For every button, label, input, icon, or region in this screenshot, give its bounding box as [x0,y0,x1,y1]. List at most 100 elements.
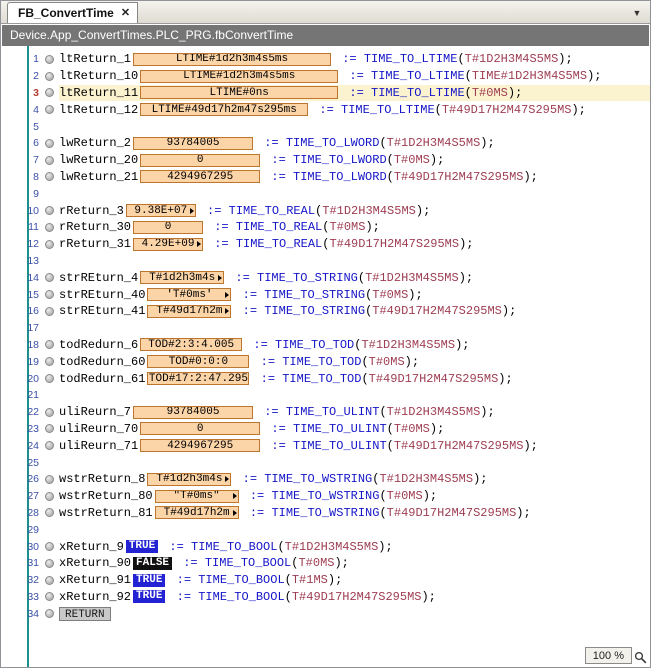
code-line[interactable]: 27wstrReturn_80"T#0ms" := TIME_TO_WSTRIN… [1,488,650,505]
monitored-value-box[interactable]: T#1d2h3m4s [140,271,224,284]
monitored-value-box[interactable]: 93784005 [133,406,253,419]
code-line[interactable]: 33xReturn_92TRUE := TIME_TO_BOOL(T#49D17… [1,589,650,606]
code-line[interactable]: 32xReturn_91TRUE := TIME_TO_BOOL(T#1MS); [1,572,650,589]
monitored-value-text: 4294967295 [167,440,233,452]
code-line[interactable]: 12rReturn_314.29E+09 := TIME_TO_REAL(T#4… [1,236,650,253]
code-line[interactable]: 25 [1,454,650,471]
code-text: xReturn_90FALSE := TIME_TO_BOOL(T#0MS); [59,555,650,572]
monitored-value-box[interactable]: 'T#0ms' [147,288,231,301]
monitored-value-box[interactable]: LTIME#1d2h3m4s5ms [133,53,331,66]
code-line[interactable]: 14strREturn_4T#1d2h3m4s := TIME_TO_STRIN… [1,269,650,286]
code-line[interactable]: 6lwReturn_293784005 := TIME_TO_LWORD(T#1… [1,135,650,152]
monitored-value-box[interactable]: 4294967295 [140,439,260,452]
code-line[interactable]: 29 [1,521,650,538]
code-line[interactable]: 21 [1,387,650,404]
monitored-value-box[interactable]: 0 [133,221,203,234]
code-line[interactable]: 1ltReturn_1LTIME#1d2h3m4s5ms := TIME_TO_… [1,51,650,68]
monitored-value-box[interactable]: 4.29E+09 [133,238,203,251]
code-line[interactable]: 11rReturn_300 := TIME_TO_REAL(T#0MS); [1,219,650,236]
monitored-value-box[interactable]: "T#0ms" [155,490,239,503]
code-line[interactable]: 10rReturn_39.38E+07 := TIME_TO_REAL(T#1D… [1,202,650,219]
code-line[interactable]: 7lwReturn_200 := TIME_TO_LWORD(T#0MS); [1,152,650,169]
expand-triangle-icon[interactable] [218,275,222,281]
monitored-value-box[interactable]: LTIME#0ns [140,86,338,99]
bool-value-badge[interactable]: FALSE [133,557,172,570]
line-number: 19 [21,356,39,368]
expand-triangle-icon[interactable] [225,292,229,298]
gutter-cell: 31 [1,557,59,569]
zoom-control[interactable]: 100 % [585,647,632,664]
code-line[interactable]: 28wstrReturn_81T#49d17h2m := TIME_TO_WST… [1,505,650,522]
monitored-value-box[interactable]: 9.38E+07 [126,204,196,217]
code-line[interactable]: 23uliReurn_700 := TIME_TO_ULINT(T#0MS); [1,421,650,438]
bool-value-badge[interactable]: TRUE [133,574,165,587]
magnifier-icon[interactable] [633,649,648,665]
bool-value-badge[interactable]: TRUE [133,590,165,603]
code-line[interactable]: 30xReturn_9TRUE := TIME_TO_BOOL(T#1D2H3M… [1,538,650,555]
code-line[interactable]: 19todRedurn_60TOD#0:0:0 := TIME_TO_TOD(T… [1,353,650,370]
code-line[interactable]: 13 [1,253,650,270]
tab-list-dropdown[interactable]: ▼ [629,5,645,20]
monitored-value-text: LTIME#0ns [210,87,269,99]
close-paren-semicolon: ); [480,136,494,150]
code-line[interactable]: 17 [1,320,650,337]
code-line[interactable]: 34RETURN [1,605,650,622]
expand-triangle-icon[interactable] [197,241,201,247]
monitored-value-box[interactable]: LTIME#1d2h3m4s5ms [140,70,338,83]
line-number: 22 [21,406,39,418]
close-paren-semicolon: ); [455,338,469,352]
assign-operator: := [312,103,341,117]
code-line[interactable]: 9 [1,185,650,202]
monitored-value-text: 0 [197,423,204,435]
assign-operator: := [162,540,191,554]
gutter-cell: 11 [1,221,59,233]
code-line[interactable]: 8lwReturn_214294967295 := TIME_TO_LWORD(… [1,169,650,186]
monitored-value-box[interactable]: TOD#17:2:47.295 [147,372,249,385]
expand-triangle-icon[interactable] [233,510,237,516]
code-text: todRedurn_6TOD#2:3:4.005 := TIME_TO_TOD(… [59,337,650,354]
monitored-value-box[interactable]: T#49d17h2m [155,506,239,519]
code-text: RETURN [59,605,650,622]
monitored-value-box[interactable]: T#49d17h2m [147,305,231,318]
monitored-value-box[interactable]: TOD#2:3:4.005 [140,338,242,351]
tab-fb-converttime[interactable]: FB_ConvertTime ✕ [7,2,138,23]
code-line[interactable]: 15strREturn_40'T#0ms' := TIME_TO_STRING(… [1,286,650,303]
expand-triangle-icon[interactable] [225,308,229,314]
code-line[interactable]: 5 [1,118,650,135]
expand-triangle-icon[interactable] [190,208,194,214]
monitored-value-box[interactable]: 93784005 [133,137,253,150]
code-line[interactable]: 24uliReurn_714294967295 := TIME_TO_ULINT… [1,437,650,454]
expand-triangle-icon[interactable] [233,493,237,499]
variable-name: uliReurn_7 [59,405,131,419]
code-line[interactable]: 31xReturn_90FALSE := TIME_TO_BOOL(T#0MS)… [1,555,650,572]
code-line[interactable]: 18todRedurn_6TOD#2:3:4.005 := TIME_TO_TO… [1,337,650,354]
monitored-value-box[interactable]: LTIME#49d17h2m47s295ms [140,103,308,116]
open-paren: ( [291,556,298,570]
monitored-value-box[interactable]: 0 [140,154,260,167]
gutter-cell: 18 [1,339,59,351]
code-text: xReturn_92TRUE := TIME_TO_BOOL(T#49D17H2… [59,589,650,606]
variable-name: rReturn_30 [59,220,131,234]
code-line[interactable]: 22uliReurn_793784005 := TIME_TO_ULINT(T#… [1,404,650,421]
code-line[interactable]: 3ltReturn_11LTIME#0ns := TIME_TO_LTIME(T… [1,85,650,102]
monitored-value-box[interactable]: 4294967295 [140,170,260,183]
monitored-value-box[interactable]: T#1d2h3m4s [147,473,231,486]
line-number: 25 [21,457,39,469]
monitored-value-box[interactable]: 0 [140,422,260,435]
code-line[interactable]: 16strREturn_41T#49d17h2m := TIME_TO_STRI… [1,303,650,320]
code-line[interactable]: 4ltReturn_12LTIME#49d17h2m47s295ms := TI… [1,101,650,118]
bool-value-badge[interactable]: TRUE [126,540,158,553]
gutter-cell: 30 [1,541,59,553]
monitored-value-box[interactable]: TOD#0:0:0 [147,355,249,368]
expand-triangle-icon[interactable] [225,476,229,482]
gutter-cell: 10 [1,205,59,217]
code-line[interactable]: 26wstrReturn_8T#1d2h3m4s := TIME_TO_WSTR… [1,471,650,488]
line-number: 32 [21,574,39,586]
code-editor[interactable]: 1ltReturn_1LTIME#1d2h3m4s5ms := TIME_TO_… [1,46,650,667]
close-icon[interactable]: ✕ [121,8,130,19]
line-number: 7 [21,154,39,166]
variable-name: ltReturn_10 [59,69,138,83]
code-line[interactable]: 2ltReturn_10LTIME#1d2h3m4s5ms := TIME_TO… [1,68,650,85]
code-line[interactable]: 20todRedurn_61TOD#17:2:47.295 := TIME_TO… [1,370,650,387]
conversion-function: TIME_TO_LWORD [293,170,387,184]
